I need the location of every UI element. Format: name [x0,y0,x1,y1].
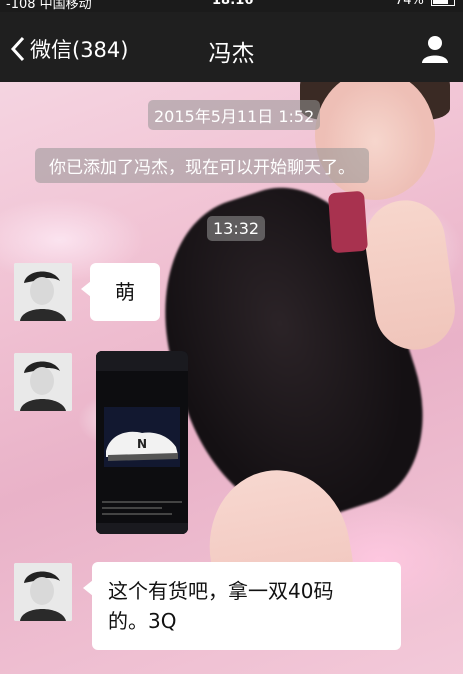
avatar-image [14,563,72,621]
system-notice: 你已添加了冯杰，现在可以开始聊天了。 [35,148,369,183]
avatar[interactable] [14,563,72,621]
avatar[interactable] [14,263,72,321]
chat-title: 冯杰 [208,41,255,67]
message-bubble[interactable]: 这个有货吧，拿一双40码 的。3Q [83,562,401,650]
message-bubble[interactable]: 萌 [81,263,160,321]
time-stamp: 13:32 [207,216,266,241]
battery-percent: 74% [394,0,424,8]
image-message[interactable]: N [96,351,188,534]
message-text-line: 这个有货吧，拿一双40码 [108,579,334,603]
avatar-image [14,353,72,411]
avatar[interactable] [14,353,72,411]
message-text-line: 的。3Q [108,609,177,633]
profile-button[interactable] [420,34,450,64]
person-icon [422,36,448,63]
photo-phone [327,190,369,254]
status-bar: -108 中国移动 18:16 74% [0,0,463,12]
date-stamp: 2015年5月11日 1:52 [148,100,321,130]
screenshot-thumbnail: N [96,351,188,534]
battery-status: 74% [395,0,455,8]
message-text: 萌 [115,280,135,304]
status-time: 18:16 [212,0,254,8]
nav-bar: 微信(384) 冯杰 [0,12,463,82]
svg-text:N: N [137,437,147,451]
carrier-label: -108 中国移动 [6,0,92,12]
battery-icon [431,0,455,6]
avatar-image [14,263,72,321]
